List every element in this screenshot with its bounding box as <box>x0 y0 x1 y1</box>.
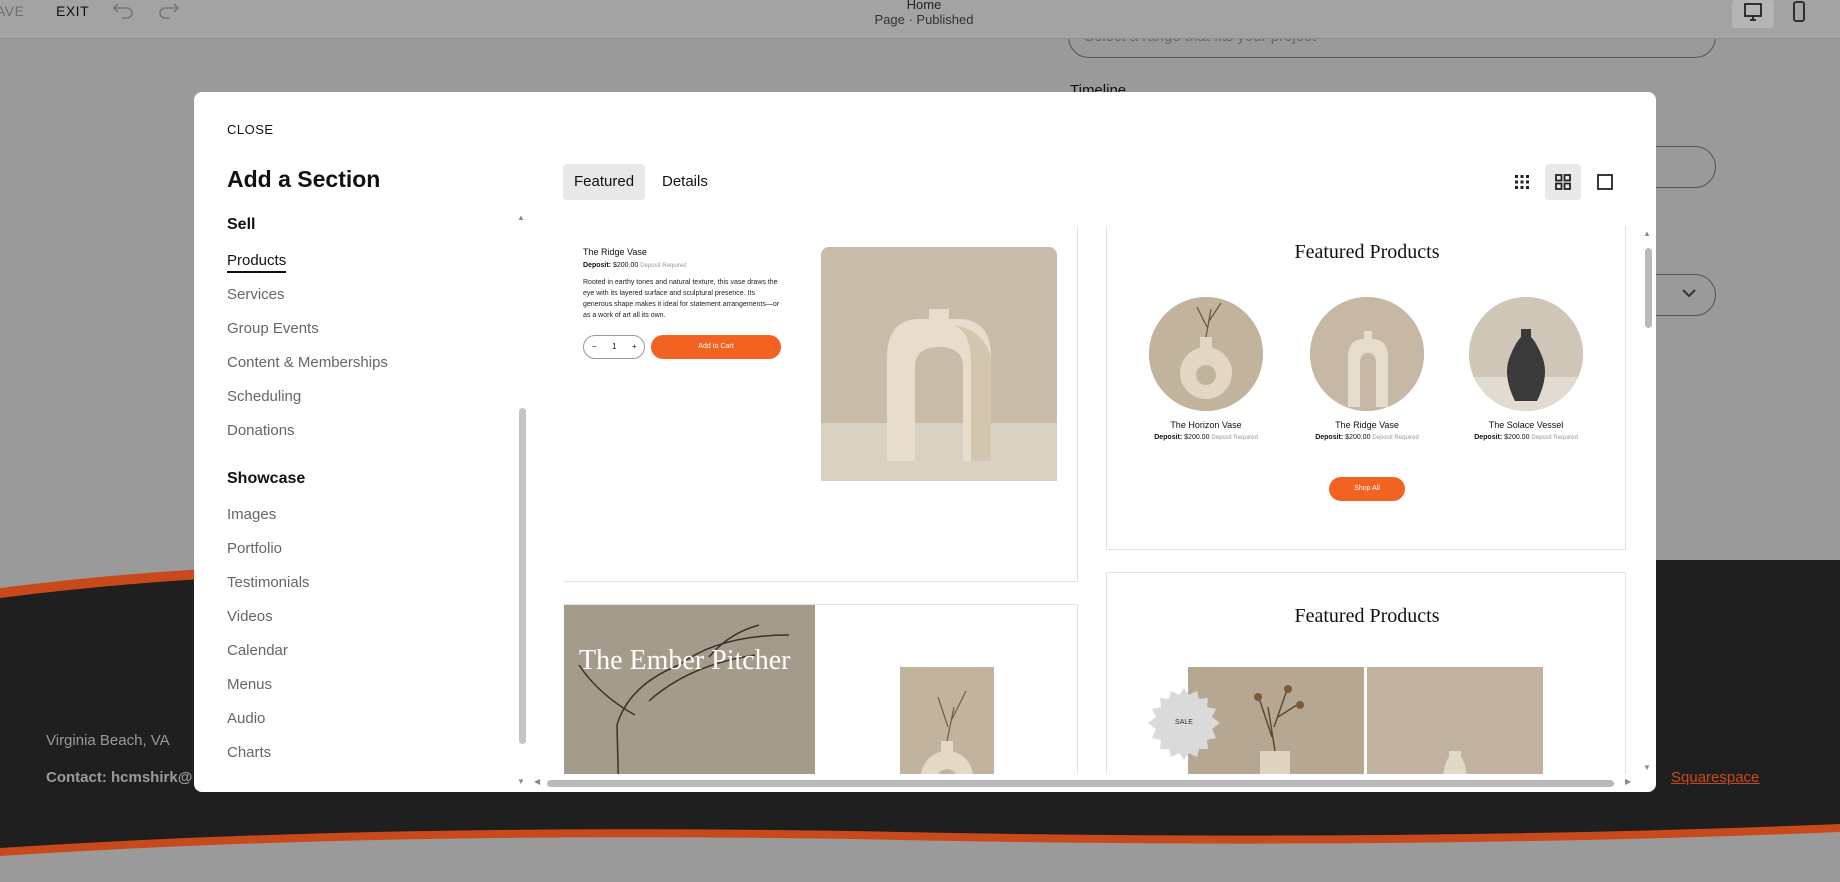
gallery-scroll-down-arrow[interactable]: ▼ <box>1643 763 1651 772</box>
price-value: $200.00 <box>1345 434 1371 441</box>
category-item-products[interactable]: Products <box>227 252 287 273</box>
category-item-menus[interactable]: Menus <box>227 676 272 693</box>
deposit-note: Deposit Required <box>1531 435 1578 441</box>
quantity-minus[interactable]: − <box>592 342 597 351</box>
editor-top-bar: AVE EXIT Home Page · Published <box>0 0 1840 39</box>
desktop-view-button[interactable] <box>1732 0 1774 28</box>
product-price: Deposit: $200.00 Deposit Required <box>583 262 687 269</box>
tab-featured[interactable]: Featured <box>563 164 646 200</box>
sale-badge-label: SALE <box>1175 719 1193 726</box>
deposit-note: Deposit Required <box>1372 435 1419 441</box>
small-grid-view-button[interactable] <box>1504 164 1540 200</box>
category-item-testimonials[interactable]: Testimonials <box>227 574 310 591</box>
featured-product-image-2 <box>1367 667 1543 774</box>
deposit-label: Deposit: <box>1474 434 1503 441</box>
section-card-single-product[interactable]: The Ridge Vase Deposit: $200.00 Deposit … <box>564 226 1078 582</box>
product-price-solace: Deposit: $200.00 Deposit Required <box>1455 434 1597 441</box>
featured-title: Featured Products <box>1294 605 1440 627</box>
gallery-vertical-scrollbar-thumb[interactable] <box>1645 248 1652 328</box>
sidebar-scroll-up-arrow[interactable]: ▲ <box>517 213 525 222</box>
sidebar-scrollbar-thumb[interactable] <box>519 408 526 744</box>
section-card-featured-squares[interactable]: Featured Products SALE <box>1106 572 1626 774</box>
footer-location: Virginia Beach, VA <box>46 732 170 749</box>
product-price-value: $200.00 <box>612 262 639 269</box>
add-section-modal: CLOSE Add a Section Sell Products Servic… <box>194 92 1656 792</box>
product-image-ridge <box>1310 297 1424 411</box>
quantity-value: 1 <box>612 342 617 351</box>
product-description: Rooted in earthy tones and natural textu… <box>583 279 780 319</box>
section-gallery: The Ridge Vase Deposit: $200.00 Deposit … <box>564 226 1656 774</box>
category-heading-sell: Sell <box>227 216 256 233</box>
ember-hero-image <box>564 605 815 774</box>
category-heading-showcase: Showcase <box>227 470 306 487</box>
large-grid-icon <box>1555 174 1571 190</box>
featured-title: Featured Products <box>1294 241 1440 263</box>
product-price-horizon: Deposit: $200.00 Deposit Required <box>1135 434 1277 441</box>
product-price-ridge: Deposit: $200.00 Deposit Required <box>1296 434 1438 441</box>
category-item-images[interactable]: Images <box>227 506 276 523</box>
section-card-featured-circles[interactable]: Featured Products The Horizon Vase Depos… <box>1106 226 1626 550</box>
single-view-icon <box>1597 174 1613 190</box>
deposit-label: Deposit: <box>1315 434 1344 441</box>
category-item-videos[interactable]: Videos <box>227 608 273 625</box>
page-name: Home <box>906 0 942 12</box>
price-value: $200.00 <box>1184 434 1210 441</box>
category-item-group-events[interactable]: Group Events <box>227 320 319 337</box>
gallery-scroll-right-arrow[interactable]: ▶ <box>1625 777 1631 786</box>
category-item-charts[interactable]: Charts <box>227 744 271 761</box>
product-image-horizon <box>1149 297 1263 411</box>
gallery-scroll-left-arrow[interactable]: ◀ <box>534 777 540 786</box>
small-grid-icon <box>1515 175 1529 189</box>
modal-title: Add a Section <box>227 166 381 192</box>
sidebar-scroll-down-arrow[interactable]: ▼ <box>517 777 525 786</box>
section-card-ember-pitcher[interactable]: The Ember Pitcher <box>564 604 1078 774</box>
large-grid-view-button[interactable] <box>1545 164 1581 200</box>
close-button[interactable]: CLOSE <box>227 122 274 137</box>
gallery-scroll-up-arrow[interactable]: ▲ <box>1643 229 1651 238</box>
mobile-icon <box>1793 1 1805 22</box>
quantity-plus[interactable]: + <box>632 342 637 351</box>
category-item-audio[interactable]: Audio <box>227 710 265 727</box>
deposit-label: Deposit: <box>1154 434 1183 441</box>
mobile-view-button[interactable] <box>1778 0 1820 28</box>
footer-squarespace-link[interactable]: Squarespace <box>1671 769 1759 786</box>
product-name-solace: The Solace Vessel <box>1488 420 1564 430</box>
gallery-horizontal-scrollbar-thumb[interactable] <box>547 780 1614 787</box>
category-item-services[interactable]: Services <box>227 286 285 303</box>
tab-details[interactable]: Details <box>651 164 719 200</box>
product-name-horizon: The Horizon Vase <box>1170 420 1242 430</box>
product-title: The Ridge Vase <box>583 247 647 257</box>
footer-contact: Contact: hcmshirk@ <box>46 769 193 786</box>
category-item-calendar[interactable]: Calendar <box>227 642 288 659</box>
single-view-button[interactable] <box>1587 164 1623 200</box>
desktop-icon <box>1744 3 1762 21</box>
chevron-down-icon <box>1682 289 1696 298</box>
category-item-portfolio[interactable]: Portfolio <box>227 540 282 557</box>
product-image-solace <box>1469 297 1583 411</box>
ember-title: The Ember Pitcher <box>579 645 791 676</box>
product-image <box>821 247 1057 481</box>
category-item-content-memberships[interactable]: Content & Memberships <box>227 354 388 371</box>
product-name-ridge: The Ridge Vase <box>1335 420 1399 430</box>
ember-product-image <box>900 667 994 774</box>
quantity-stepper[interactable]: − 1 + <box>583 335 645 359</box>
shop-all-button[interactable]: Shop All <box>1329 477 1405 501</box>
add-to-cart-button[interactable]: Add to Cart <box>651 335 781 359</box>
product-deposit-label: Deposit: <box>583 262 611 269</box>
page-status: Page · Published <box>874 12 974 27</box>
product-deposit-note: Deposit Required <box>640 263 687 269</box>
deposit-note: Deposit Required <box>1211 435 1258 441</box>
category-item-scheduling[interactable]: Scheduling <box>227 388 301 405</box>
category-item-donations[interactable]: Donations <box>227 422 295 439</box>
price-value: $200.00 <box>1504 434 1530 441</box>
